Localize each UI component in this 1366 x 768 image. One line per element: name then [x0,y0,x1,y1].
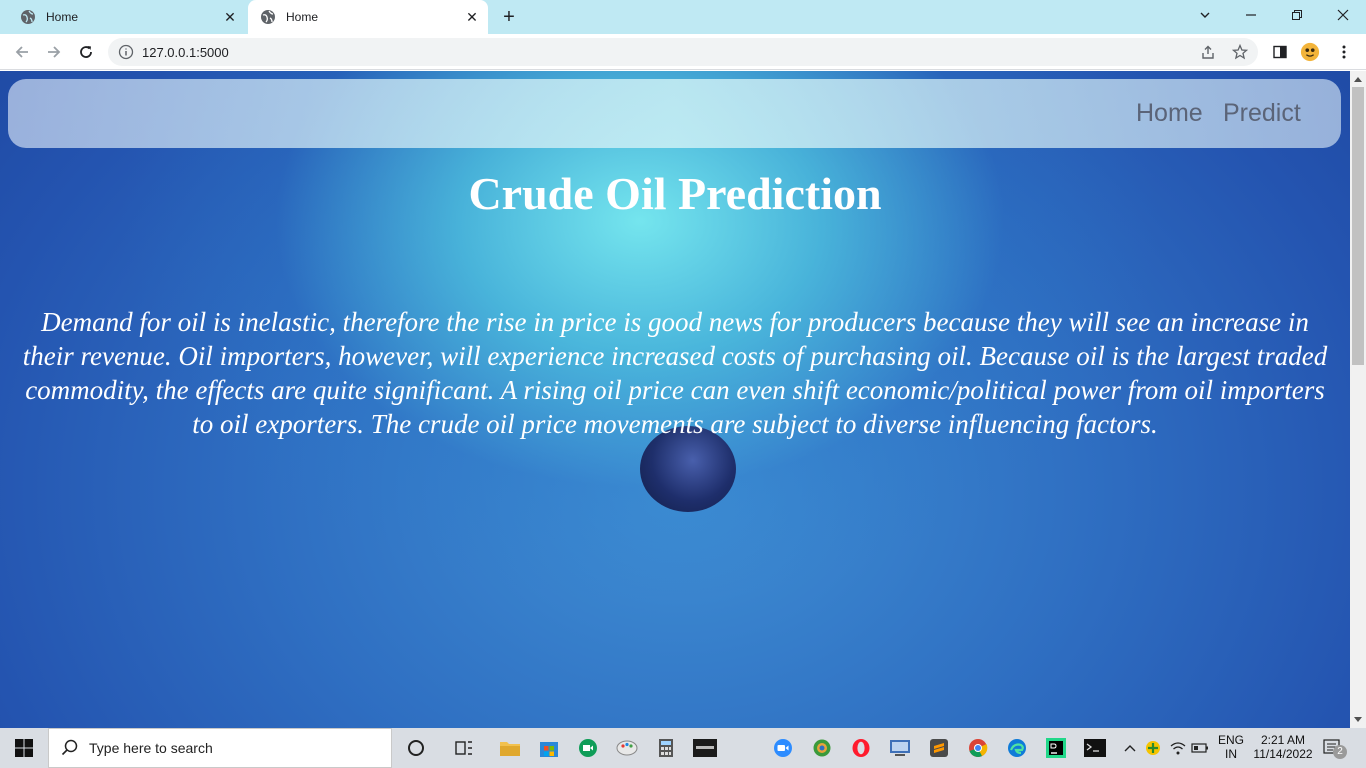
back-arrow-icon[interactable] [8,38,36,66]
zoom-icon[interactable] [771,736,795,760]
nav-link-predict[interactable]: Predict [1223,99,1301,128]
command-prompt-icon[interactable] [1083,736,1107,760]
microsoft-store-icon[interactable] [537,736,561,760]
notification-count-badge: 2 [1333,745,1347,759]
scroll-up-icon[interactable] [1350,71,1366,87]
google-meet-icon[interactable] [576,736,600,760]
wifi-icon[interactable] [1166,736,1190,760]
mysql-terminal-icon[interactable] [693,736,717,760]
network-app-icon[interactable] [888,736,912,760]
task-view-icon[interactable] [452,736,476,760]
paint-app-icon[interactable] [615,736,639,760]
tab-title: Home [286,10,319,24]
tray-app-icon[interactable] [1141,736,1165,760]
clock-time: 2:21 AM [1260,733,1306,747]
page-viewport: Home Predict Crude Oil Prediction Demand… [0,71,1350,728]
anaconda-icon[interactable] [810,736,834,760]
language-region: IN [1225,747,1237,761]
forward-arrow-icon[interactable] [40,38,68,66]
language-code: ENG [1217,733,1244,747]
minimize-icon[interactable] [1228,0,1274,30]
globe-icon [261,10,275,24]
battery-icon[interactable] [1188,736,1212,760]
url-text[interactable]: 127.0.0.1:5000 [142,45,229,60]
taskbar-search-box[interactable]: Type here to search [48,728,392,768]
tab-title: Home [46,10,79,24]
chrome-icon[interactable] [966,736,990,760]
browser-tab-2[interactable]: Home ✕ [248,0,488,34]
clock-date: 11/14/2022 [1253,747,1313,761]
restore-icon[interactable] [1274,0,1320,30]
close-tab-icon[interactable]: ✕ [462,7,482,27]
search-icon [61,739,78,756]
language-indicator[interactable]: ENG IN [1212,733,1250,761]
tray-chevron-up-icon[interactable] [1118,736,1142,760]
scroll-down-icon[interactable] [1350,712,1366,728]
page-title: Crude Oil Prediction [468,168,882,219]
file-explorer-icon[interactable] [498,736,522,760]
clock[interactable]: 2:21 AM 11/14/2022 [1248,733,1318,761]
bookmark-star-icon[interactable] [1230,42,1250,62]
reload-icon[interactable] [72,38,100,66]
calculator-icon[interactable] [654,736,678,760]
browser-toolbar: 127.0.0.1:5000 [0,34,1366,70]
site-info-icon[interactable] [118,44,134,60]
address-bar[interactable]: 127.0.0.1:5000 [108,38,1258,66]
browser-tab-1[interactable]: Home ✕ [8,0,246,34]
new-tab-button[interactable]: + [498,6,520,28]
nav-link-home[interactable]: Home [1136,99,1203,128]
scroll-thumb[interactable] [1352,87,1364,365]
tab-strip: Home ✕ Home ✕ + [0,0,1366,34]
tab-search-icon[interactable] [1182,0,1228,30]
close-window-icon[interactable] [1320,0,1366,30]
globe-icon [21,10,35,24]
sublime-text-icon[interactable] [927,736,951,760]
search-placeholder: Type here to search [89,740,213,756]
intro-paragraph: Demand for oil is inelastic, therefore t… [22,307,1328,439]
profile-avatar-icon[interactable] [1300,42,1320,62]
close-tab-icon[interactable]: ✕ [220,7,240,27]
cortana-icon[interactable] [404,736,428,760]
windows-start-icon[interactable] [0,728,48,768]
pycharm-icon[interactable] [1044,736,1068,760]
side-panel-icon[interactable] [1270,42,1290,62]
share-icon[interactable] [1198,42,1218,62]
site-navbar: Home Predict [8,79,1341,148]
windows-taskbar: Type here to search ENG IN 2:21 AM 11/14… [0,728,1366,768]
opera-icon[interactable] [849,736,873,760]
menu-kebab-icon[interactable] [1334,42,1354,62]
page-scrollbar[interactable] [1350,71,1366,728]
notification-center-icon[interactable]: 2 [1322,736,1347,760]
edge-icon[interactable] [1005,736,1029,760]
